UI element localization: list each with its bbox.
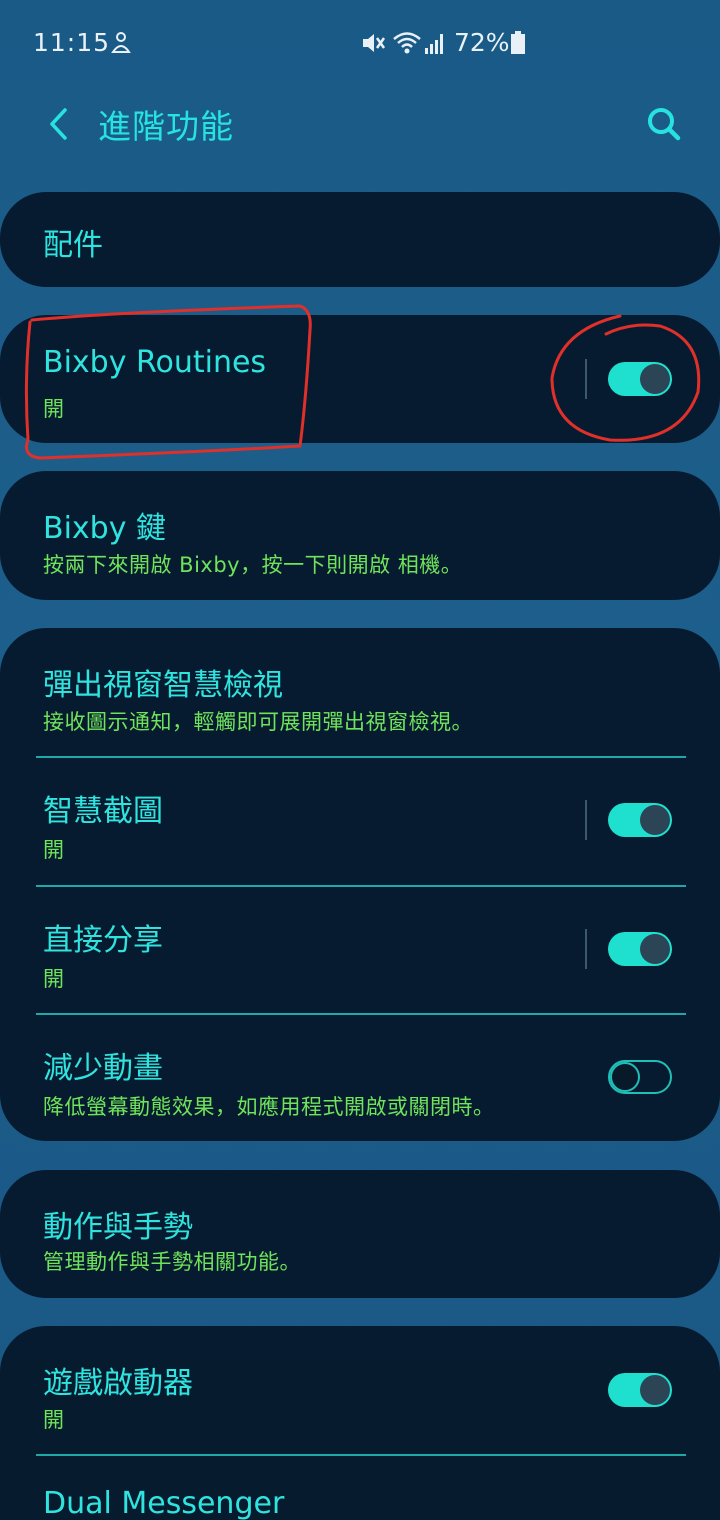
smart-capture-status: 開 [43,838,65,862]
smart-capture-toggle[interactable] [608,803,672,837]
divider-vertical [585,359,587,399]
toggle-knob [640,1375,670,1405]
card-motions: 動作與手勢 管理動作與手勢相關功能。 [0,1170,720,1298]
battery-icon [511,31,525,54]
card-apps: 遊戲啟動器 開 Dual Messenger [0,1326,720,1520]
card-display-group: 彈出視窗智慧檢視 接收圖示通知，輕觸即可展開彈出視窗檢視。 智慧截圖 開 直接分… [0,628,720,1141]
bixby-key-title: Bixby 鍵 [43,511,167,546]
smart-capture-title: 智慧截圖 [43,794,163,829]
card-bixby-key: Bixby 鍵 按兩下來開啟 Bixby，按一下則開啟 相機。 [0,471,720,600]
notification-icon [111,32,131,53]
divider-vertical [585,929,587,969]
reduce-animations-toggle[interactable] [608,1060,672,1094]
bixby-routines-status: 開 [43,397,65,421]
row-game-launcher[interactable]: 遊戲啟動器 開 [0,1326,720,1454]
bixby-routines-title: Bixby Routines [43,345,267,380]
card-bixby-routines: Bixby Routines 開 [0,315,720,443]
direct-share-title: 直接分享 [43,923,163,958]
page-title: 進階功能 [98,107,234,146]
row-reduce-animations[interactable]: 減少動畫 降低螢幕動態效果，如應用程式開啟或關閉時。 [0,1015,720,1141]
game-launcher-toggle[interactable] [608,1373,672,1407]
smart-popup-subtitle: 接收圖示通知，輕觸即可展開彈出視窗檢視。 [43,710,473,734]
motions-title: 動作與手勢 [43,1210,193,1245]
status-time: 11:15 [33,28,111,57]
row-direct-share[interactable]: 直接分享 開 [0,887,720,1013]
signal-icon [425,34,443,54]
divider-vertical [585,800,587,840]
back-button[interactable] [40,104,76,144]
bixby-key-subtitle: 按兩下來開啟 Bixby，按一下則開啟 相機。 [43,553,463,577]
search-button[interactable] [644,104,684,144]
row-dual-messenger[interactable]: Dual Messenger [0,1456,720,1520]
game-launcher-status: 開 [43,1408,65,1432]
mute-icon [363,34,386,52]
row-smart-popup[interactable]: 彈出視窗智慧檢視 接收圖示通知，輕觸即可展開彈出視窗檢視。 [0,628,720,756]
toggle-knob [610,1062,640,1092]
wifi-icon [393,32,421,54]
row-smart-capture[interactable]: 智慧截圖 開 [0,758,720,885]
accessories-title: 配件 [43,228,103,263]
motions-subtitle: 管理動作與手勢相關功能。 [43,1250,301,1274]
dual-messenger-title: Dual Messenger [43,1486,285,1520]
toggle-knob [640,364,670,394]
row-bixby-routines[interactable]: Bixby Routines 開 [0,315,720,443]
direct-share-status: 開 [43,967,65,991]
bixby-routines-toggle[interactable] [608,362,672,396]
status-bar: 11:15 72% [0,0,720,88]
toggle-knob [640,805,670,835]
game-launcher-title: 遊戲啟動器 [43,1366,193,1401]
smart-popup-title: 彈出視窗智慧檢視 [43,668,283,703]
row-motions-gestures[interactable]: 動作與手勢 管理動作與手勢相關功能。 [0,1170,720,1298]
reduce-animations-title: 減少動畫 [43,1051,163,1086]
row-accessories[interactable]: 配件 [0,192,720,287]
reduce-animations-subtitle: 降低螢幕動態效果，如應用程式開啟或關閉時。 [43,1095,495,1119]
battery-percent: 72% [454,28,510,57]
toggle-knob [640,934,670,964]
card-accessories: 配件 [0,192,720,287]
search-icon [648,108,681,141]
row-bixby-key[interactable]: Bixby 鍵 按兩下來開啟 Bixby，按一下則開啟 相機。 [0,471,720,600]
direct-share-toggle[interactable] [608,932,672,966]
chevron-left-icon [50,108,67,140]
